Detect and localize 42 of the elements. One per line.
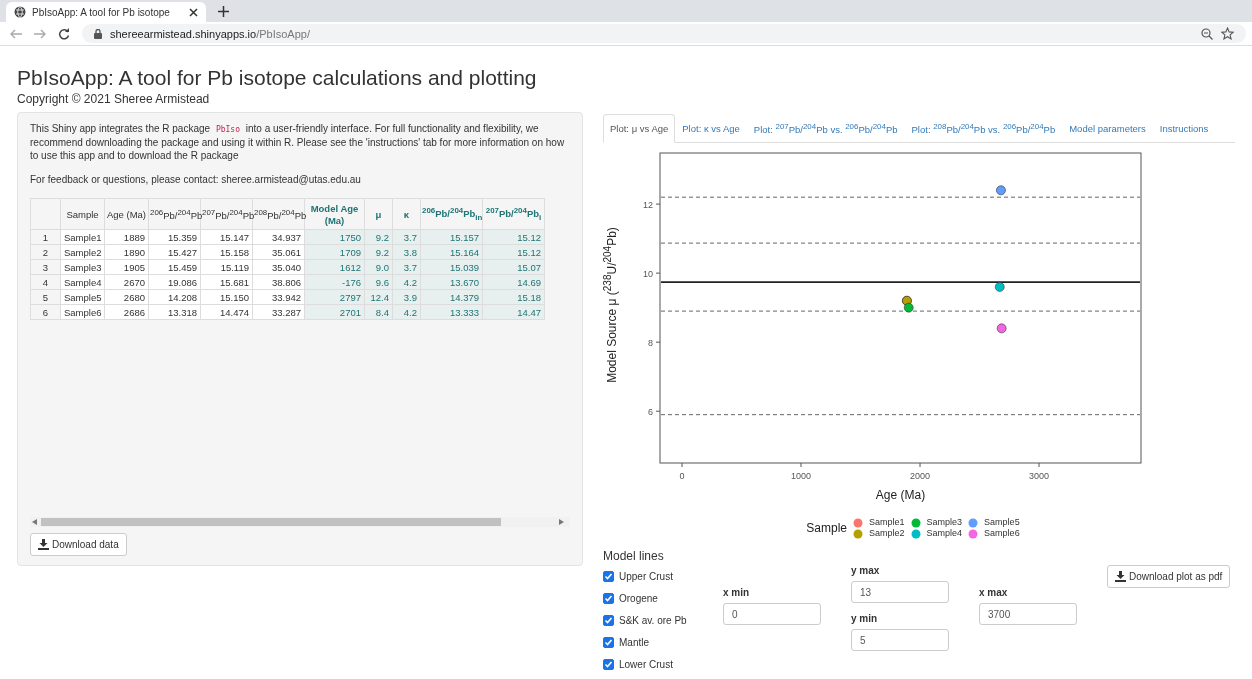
legend-label: Sample3: [926, 517, 963, 528]
column-header: Model Age (Ma): [309, 202, 360, 227]
legend-label: Sample6: [984, 528, 1020, 539]
y-tick-label: 12: [643, 200, 653, 211]
field-label: y max: [851, 565, 881, 576]
field-label: y min: [851, 613, 879, 624]
legend-label: Sample1: [869, 517, 905, 528]
url-text: shereearmistead.shinyapps.io/PbIsoApp/: [110, 27, 310, 40]
field-label: x min: [723, 587, 751, 598]
checkbox-label: Orogene: [619, 592, 658, 604]
column-header: μ: [375, 208, 382, 221]
x-tick-label: 3000: [1029, 471, 1050, 481]
field-label: x max: [979, 587, 1009, 598]
x-tick-label: 1000: [791, 471, 812, 481]
checkbox-label: Upper Crust: [619, 570, 673, 582]
column-header: $^{206}$Pb/$^{204}$Pb$_{in}$: [422, 205, 483, 225]
y-tick-label: 10: [643, 269, 653, 280]
legend-title: Sample: [806, 521, 848, 535]
legend-label: Sample2: [869, 528, 905, 539]
intro-paragraph: This Shiny app integrates the R package PbIso into a user-friendly interface. For full functionality and flexibility, we recommend downloading the package and using it within R. Please see the 'instructions' tab for more information on how to use this app and to download the R package: [30, 122, 566, 162]
column-header: $^{206}$Pb/$^{204}$Pb: [150, 207, 203, 223]
y-tick-label: 8: [648, 338, 653, 349]
column-header: $^{207}$Pb/$^{204}$Pb: [202, 207, 255, 223]
copyright-text: Copyright © 2021 Sheree Armistead: [17, 92, 211, 106]
checkbox-label: S&K av. ore Pb: [619, 614, 687, 626]
column-header: $^{208}$Pb/$^{204}$Pb: [254, 207, 307, 223]
legend-label: Sample5: [984, 517, 1020, 528]
y-tick-label: 6: [648, 407, 653, 418]
tab-title: PbIsoApp: A tool for Pb isotope: [32, 6, 171, 18]
x-tick-label: 0: [679, 471, 685, 481]
section-title: Model lines: [603, 549, 665, 563]
x-tick-label: 2000: [910, 471, 931, 481]
column-header: κ: [403, 208, 410, 221]
checkbox-label: Lower Crust: [619, 658, 673, 670]
x-axis-title: Age (Ma): [875, 488, 926, 502]
page-title: PbIsoApp: A tool for Pb isotope calculations and plotting: [17, 66, 538, 90]
column-header: Age (Ma): [106, 208, 147, 221]
column-header: Sample: [66, 208, 99, 221]
column-header: $^{207}$Pb/$^{204}$Pb$_{i}$: [485, 205, 542, 225]
legend-label: Sample4: [926, 528, 963, 539]
contact-text: For feedback or questions, please contact: sheree.armistead@utas.edu.au: [30, 174, 362, 185]
checkbox-label: Mantle: [619, 636, 649, 648]
